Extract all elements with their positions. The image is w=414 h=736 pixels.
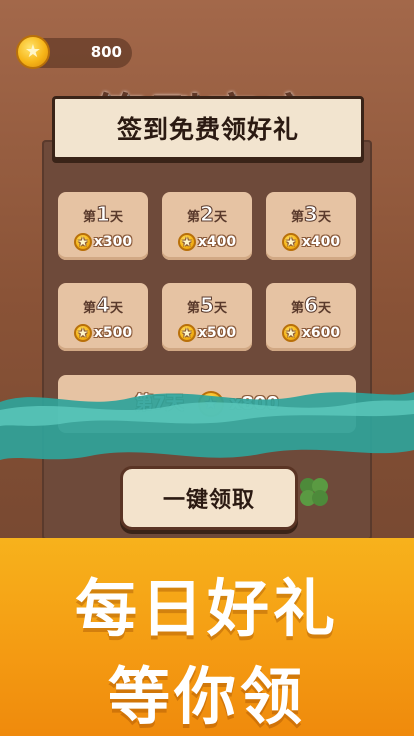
clover-icon [300, 478, 328, 506]
day-reward: x300 [58, 233, 148, 251]
day-card-1[interactable]: 第1天 x300 [58, 192, 148, 260]
day-card-2[interactable]: 第2天 x400 [162, 192, 252, 260]
wave-overlay [0, 392, 414, 460]
coin-icon [177, 233, 196, 251]
day-label: 第1天 [83, 202, 123, 227]
day-card-6[interactable]: 第6天 x600 [266, 283, 356, 351]
coin-amount: 800 [90, 43, 122, 61]
day-label: 第4天 [83, 293, 123, 318]
coin-balance: 800 [16, 35, 132, 69]
banner-title: 签到免费领好礼 [116, 115, 299, 144]
day-label: 第6天 [291, 293, 331, 318]
day-card-3[interactable]: 第3天 x400 [266, 192, 356, 260]
day-reward: x500 [162, 324, 252, 342]
promo-subline: 等你领 [107, 660, 306, 733]
day-reward: x400 [266, 233, 356, 251]
coin-icon [281, 233, 300, 251]
day-card-5[interactable]: 第5天 x500 [162, 283, 252, 351]
day-label: 第2天 [187, 202, 227, 227]
claim-all-button[interactable]: 一键领取 [120, 466, 298, 530]
coin-icon [73, 324, 92, 342]
day-label: 第3天 [291, 202, 331, 227]
day-reward: x500 [58, 324, 148, 342]
coin-icon [281, 324, 300, 342]
coin-icon [73, 233, 92, 251]
promo-banner: 每日好礼 等你领 [0, 538, 414, 736]
coin-icon [177, 324, 196, 342]
checkin-banner: 签到免费领好礼 [52, 96, 364, 160]
day-card-4[interactable]: 第4天 x500 [58, 283, 148, 351]
day-label: 第5天 [187, 293, 227, 318]
day-reward: x600 [266, 324, 356, 342]
day-reward: x400 [162, 233, 252, 251]
coin-icon [16, 35, 50, 69]
promo-headline: 每日好礼 [74, 572, 339, 645]
